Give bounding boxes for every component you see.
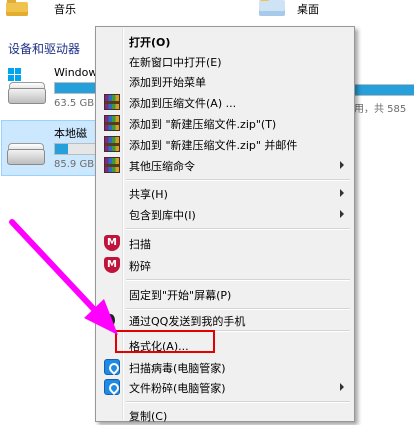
windows-logo-icon <box>8 68 21 81</box>
menu-item-scan[interactable]: M 扫描 <box>98 233 352 253</box>
menu-item-label: 粉碎 <box>129 260 151 273</box>
menu-item-include-in-library[interactable]: 包含到库中(I) <box>98 204 352 224</box>
menu-item-label: 复制(C) <box>129 410 168 423</box>
menu-separator <box>126 228 350 230</box>
winrar-icon <box>104 136 120 152</box>
menu-item-label: 文件粉碎(电脑管家) <box>129 382 226 395</box>
menu-item-label: 共享(H) <box>129 188 168 201</box>
menu-item-scan-virus-pc-manager[interactable]: 扫描病毒(电脑管家) <box>98 357 352 377</box>
menu-item-label: 添加到 "新建压缩文件.zip" 并邮件 <box>129 139 298 152</box>
menu-item-share[interactable]: 共享(H) <box>98 183 352 203</box>
menu-item-label: 固定到"开始"屏幕(P) <box>129 289 232 302</box>
menu-item-add-to-archive[interactable]: 添加到压缩文件(A) ... <box>98 92 352 112</box>
context-menu: 打开(O) 在新窗口中打开(E) 添加到开始菜单 添加到压缩文件(A) ... … <box>95 26 355 425</box>
menu-item-shred[interactable]: M 粉碎 <box>98 255 352 275</box>
menu-separator <box>126 179 350 181</box>
menu-item-label: 添加到 "新建压缩文件.zip"(T) <box>129 118 277 131</box>
format-highlight-box <box>115 330 215 353</box>
menu-item-label: 添加到压缩文件(A) ... <box>129 97 237 110</box>
menu-item-label: 其他压缩命令 <box>129 160 195 173</box>
folder-label: 音乐 <box>54 3 76 16</box>
drive-usage-bar-right <box>354 84 414 96</box>
winrar-icon <box>104 115 120 131</box>
menu-item-label: 扫描病毒(电脑管家) <box>129 362 226 375</box>
menu-item-label: 在新窗口中打开(E) <box>129 56 222 69</box>
menu-item-send-via-qq[interactable]: 通过QQ发送到我的手机 <box>98 310 352 330</box>
menu-item-label: 打开(O) <box>129 36 171 49</box>
menu-item-label: 包含到库中(I) <box>129 209 196 222</box>
drive-item-local-disk[interactable]: 本地磁盘 85.9 GB <box>1 120 98 176</box>
submenu-arrow-icon <box>340 210 344 218</box>
submenu-arrow-icon <box>340 383 344 391</box>
menu-item-pin-to-start[interactable]: 固定到"开始"屏幕(P) <box>98 284 352 304</box>
drive-size: 85.9 GB <box>54 159 95 170</box>
menu-item-open-new-window[interactable]: 在新窗口中打开(E) <box>98 51 352 71</box>
menu-item-add-to-zip[interactable]: 添加到 "新建压缩文件.zip"(T) <box>98 113 352 133</box>
menu-item-label: 扫描 <box>129 238 151 251</box>
menu-separator <box>126 401 350 403</box>
mcafee-icon: M <box>104 235 120 251</box>
qq-icon <box>106 314 115 326</box>
menu-item-label: 添加到开始菜单 <box>129 76 206 89</box>
section-header: 设备和驱动器 <box>8 42 81 56</box>
menu-item-add-to-zip-email[interactable]: 添加到 "新建压缩文件.zip" 并邮件 <box>98 134 352 154</box>
menu-item-label: 通过QQ发送到我的手机 <box>129 315 246 328</box>
menu-item-shred-pc-manager[interactable]: 文件粉碎(电脑管家) <box>98 377 352 397</box>
drive-usage-bar <box>54 143 98 155</box>
submenu-arrow-icon <box>340 161 344 169</box>
menu-separator <box>126 279 350 281</box>
drive-size: 63.5 GB <box>54 98 95 109</box>
desktop-folder-icon <box>259 0 285 16</box>
winrar-icon <box>104 157 120 173</box>
music-folder-icon <box>6 0 28 16</box>
mcafee-icon: M <box>104 257 120 273</box>
desktop-folder[interactable]: 桌面 <box>255 0 355 20</box>
menu-item-copy[interactable]: 复制(C) <box>98 405 352 425</box>
menu-item-add-to-start[interactable]: 添加到开始菜单 <box>98 71 352 91</box>
qq-pc-manager-icon <box>104 379 120 395</box>
music-folder[interactable]: 音乐 <box>6 0 96 20</box>
submenu-arrow-icon <box>340 189 344 197</box>
drive-size-right: 用，共 585 <box>354 104 407 115</box>
drive-usage-bar <box>54 82 100 94</box>
menu-item-other-compress[interactable]: 其他压缩命令 <box>98 155 352 175</box>
folder-label: 桌面 <box>297 3 319 16</box>
menu-item-open[interactable]: 打开(O) <box>98 31 352 51</box>
drive-item-windows[interactable]: Windows 63.5 GB <box>4 64 103 112</box>
qq-pc-manager-icon <box>104 359 120 375</box>
winrar-icon <box>104 94 120 110</box>
